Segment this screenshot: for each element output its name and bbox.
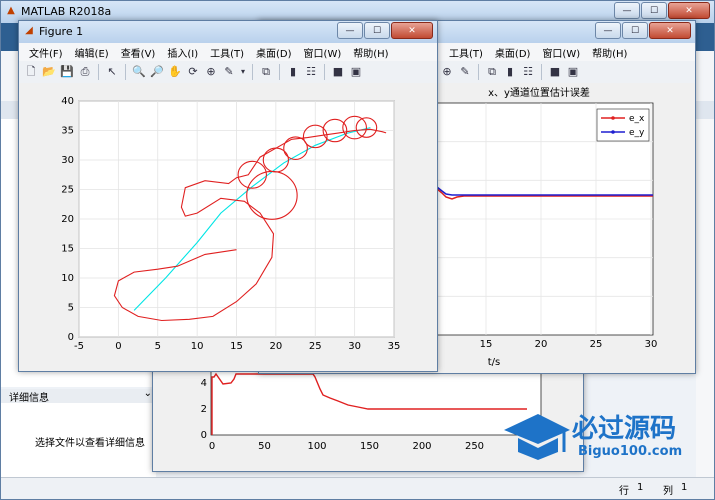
figure1-chart: -5 0 5 10 15 20 25 30 350510152025303540 <box>61 96 401 352</box>
legend-ex: e_x <box>629 114 645 124</box>
main-window-title: MATLAB R2018a <box>21 5 112 18</box>
x-tick-label: 30 <box>645 339 658 350</box>
y-tick-label: 5 <box>68 303 74 314</box>
x-tick-label: 25 <box>590 339 603 350</box>
x-tick-label: 50 <box>258 441 271 452</box>
x-tick-label: 250 <box>465 441 484 452</box>
figure1-window[interactable]: ◢ Figure 1 — ☐ ✕ 文件(F) 编辑(E) 查看(V) 插入(I)… <box>18 20 438 372</box>
x-tick-label: 0 <box>209 441 215 452</box>
minimize-button[interactable]: — <box>614 2 640 19</box>
x-tick-label: 100 <box>307 441 326 452</box>
status-bar: 行 1 列 1 <box>1 477 714 499</box>
x-tick-label: 20 <box>535 339 548 350</box>
legend-ey: e_y <box>629 128 645 138</box>
y-tick-label: 35 <box>61 126 74 137</box>
chevron-down-icon[interactable]: ⌄ <box>144 388 152 399</box>
x-tick-label: 25 <box>309 341 322 352</box>
x-tick-label: 0 <box>115 341 121 352</box>
y-tick-label: 40 <box>61 96 74 107</box>
watermark: 必过源码 Biguo100.com <box>500 406 705 468</box>
y-tick-label: 2 <box>201 404 207 415</box>
close-button[interactable]: ✕ <box>668 2 710 19</box>
y-tick-label: 0 <box>68 332 74 343</box>
x-tick-label: 15 <box>480 339 493 350</box>
details-panel: 选择文件以查看详细信息 <box>1 403 156 477</box>
legend: e_x e_y <box>596 108 650 142</box>
figure2-title: x、y通道位置估计误差 <box>488 86 590 99</box>
y-tick-label: 25 <box>61 185 74 196</box>
details-title: 详细信息 <box>9 393 49 404</box>
y-tick-label: 20 <box>61 214 74 225</box>
details-hint: 选择文件以查看详细信息 <box>35 438 145 449</box>
x-tick-label: -5 <box>74 341 84 352</box>
col-value: 1 <box>681 482 688 493</box>
figure2-xlabel: t/s <box>488 357 501 368</box>
y-tick-label: 0 <box>201 430 207 441</box>
watermark-cn: 必过源码 <box>572 414 677 444</box>
x-tick-label: 10 <box>191 341 204 352</box>
x-tick-label: 30 <box>348 341 361 352</box>
x-tick-label: 35 <box>388 341 401 352</box>
matlab-logo-icon: ▲ <box>7 5 15 16</box>
x-tick-label: 5 <box>155 341 161 352</box>
graduation-cap-logo <box>504 414 570 460</box>
x-tick-label: 150 <box>360 441 379 452</box>
y-tick-label: 10 <box>61 273 74 284</box>
x-tick-label: 200 <box>412 441 431 452</box>
details-header[interactable]: 详细信息 ⌄ <box>1 388 156 404</box>
row-label: 行 <box>619 486 629 497</box>
x-tick-label: 20 <box>270 341 283 352</box>
maximize-button[interactable]: ☐ <box>641 2 667 19</box>
col-label: 列 <box>663 486 673 497</box>
watermark-en: Biguo100.com <box>578 444 683 459</box>
x-tick-label: 15 <box>230 341 243 352</box>
y-tick-label: 4 <box>201 378 207 389</box>
y-tick-label: 30 <box>61 155 74 166</box>
y-tick-label: 15 <box>61 244 74 255</box>
row-value: 1 <box>637 482 644 493</box>
